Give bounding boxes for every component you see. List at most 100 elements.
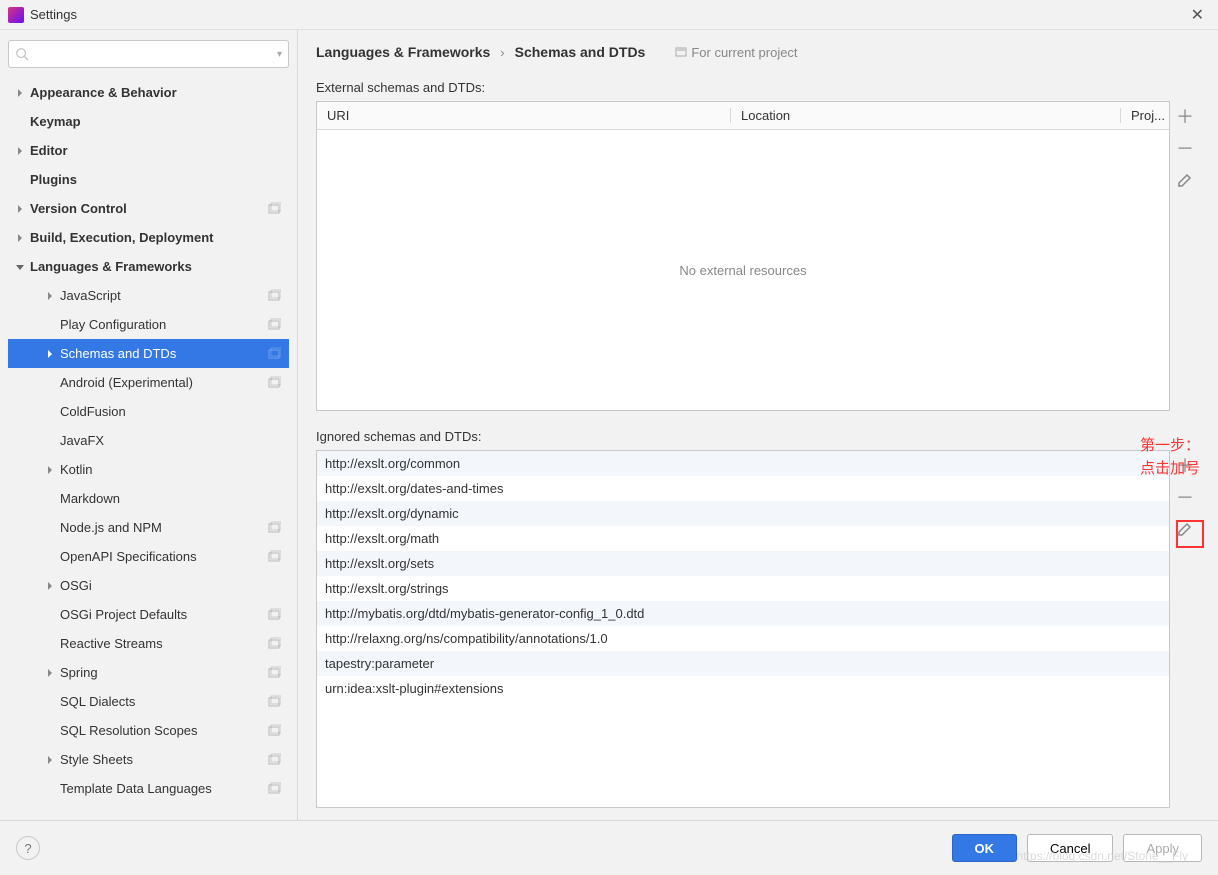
settings-tree: Appearance & BehaviorKeymap Editor Plugins… [8,78,289,820]
expand-icon[interactable] [44,667,56,679]
tree-item-reactive-streams[interactable]: Reactive Streams [8,629,289,658]
tree-item-label: Style Sheets [60,752,267,767]
ignored-row[interactable]: urn:idea:xslt-plugin#extensions [317,676,1169,701]
tree-item-version-control[interactable]: Version Control [8,194,289,223]
search-field[interactable] [33,47,277,62]
tree-item-label: Version Control [30,201,267,216]
apply-button[interactable]: Apply [1123,834,1202,862]
tree-item-editor[interactable]: Editor [8,136,289,165]
tree-item-sql-resolution-scopes[interactable]: SQL Resolution Scopes [8,716,289,745]
edit-ignored-button[interactable] [1174,518,1196,540]
tree-item-sql-dialects[interactable]: SQL Dialects [8,687,289,716]
tree-item-build-execution-deployment[interactable]: Build, Execution, Deployment [8,223,289,252]
tree-item-label: Node.js and NPM [60,520,267,535]
tree-item-openapi-specifications[interactable]: OpenAPI Specifications [8,542,289,571]
project-scope-icon [267,695,281,709]
col-project[interactable]: Proj... [1121,108,1169,123]
remove-ignored-button[interactable]: － [1174,486,1196,508]
window-title: Settings [30,7,77,22]
ignored-row[interactable]: http://exslt.org/dynamic [317,501,1169,526]
help-button[interactable]: ? [16,836,40,860]
tree-item-javafx[interactable]: JavaFX [8,426,289,455]
external-label: External schemas and DTDs: [316,80,1200,95]
tree-item-coldfusion[interactable]: ColdFusion [8,397,289,426]
tree-item-label: Template Data Languages [60,781,267,796]
expand-icon[interactable] [14,87,26,99]
tree-item-appearance-behavior[interactable]: Appearance & Behavior [8,78,289,107]
tree-item-label: OSGi [60,578,289,593]
tree-item-label: Languages & Frameworks [30,259,289,274]
ok-button[interactable]: OK [952,834,1018,862]
ignored-row[interactable]: http://exslt.org/strings [317,576,1169,601]
remove-external-button[interactable]: － [1174,137,1196,159]
tree-item-label: Build, Execution, Deployment [30,230,289,245]
tree-item-schemas-and-dtds[interactable]: Schemas and DTDs [8,339,289,368]
col-uri[interactable]: URI [317,108,731,123]
project-scope-icon [267,289,281,303]
tree-item-label: Editor [30,143,289,158]
titlebar: Settings ✕ [0,0,1218,30]
tree-item-label: Schemas and DTDs [60,346,267,361]
tree-item-play-configuration[interactable]: Play Configuration [8,310,289,339]
expand-icon[interactable] [14,145,26,157]
project-scope-icon [267,753,281,767]
project-scope-icon [267,666,281,680]
external-tools: ＋ － [1170,101,1200,411]
edit-external-button[interactable] [1174,169,1196,191]
breadcrumb-sep: › [500,45,504,60]
expand-icon[interactable] [44,580,56,592]
tree-item-label: OpenAPI Specifications [60,549,267,564]
project-scope-icon [267,608,281,622]
project-scope-icon [267,724,281,738]
project-scope-icon [267,347,281,361]
tree-item-template-data-languages[interactable]: Template Data Languages [8,774,289,803]
tree-item-node-js-and-npm[interactable]: Node.js and NPM [8,513,289,542]
tree-item-label: OSGi Project Defaults [60,607,267,622]
expand-icon[interactable] [44,348,56,360]
tree-item-spring[interactable]: Spring [8,658,289,687]
ignored-label: Ignored schemas and DTDs: [316,429,1200,444]
tree-item-label: Reactive Streams [60,636,267,651]
tree-item-label: JavaFX [60,433,289,448]
project-scope-icon [267,318,281,332]
tree-item-markdown[interactable]: Markdown [8,484,289,513]
tree-item-label: Play Configuration [60,317,267,332]
tree-item-label: JavaScript [60,288,267,303]
expand-icon[interactable] [14,261,26,273]
cancel-button[interactable]: Cancel [1027,834,1113,862]
expand-icon[interactable] [44,290,56,302]
ignored-row[interactable]: http://mybatis.org/dtd/mybatis-generator… [317,601,1169,626]
sidebar: ▾ Appearance & BehaviorKeymap Editor Plugi… [0,30,298,820]
tree-item-style-sheets[interactable]: Style Sheets [8,745,289,774]
expand-icon[interactable] [14,232,26,244]
tree-item-kotlin[interactable]: Kotlin [8,455,289,484]
tree-item-languages-frameworks[interactable]: Languages & Frameworks [8,252,289,281]
ignored-row[interactable]: tapestry:parameter [317,651,1169,676]
expand-icon[interactable] [44,754,56,766]
expand-icon[interactable] [14,203,26,215]
tree-item-keymap[interactable]: Keymap [8,107,289,136]
expand-icon[interactable] [44,464,56,476]
tree-item-osgi-project-defaults[interactable]: OSGi Project Defaults [8,600,289,629]
ignored-row[interactable]: http://relaxng.org/ns/compatibility/anno… [317,626,1169,651]
ignored-row[interactable]: http://exslt.org/math [317,526,1169,551]
breadcrumb-group[interactable]: Languages & Frameworks [316,44,490,60]
tree-item-javascript[interactable]: JavaScript [8,281,289,310]
ignored-row[interactable]: http://exslt.org/common [317,451,1169,476]
tree-item-plugins[interactable]: Plugins [8,165,289,194]
tree-item-osgi[interactable]: OSGi [8,571,289,600]
close-icon[interactable]: ✕ [1185,5,1210,25]
ignored-tools: ＋ － [1170,450,1200,808]
add-external-button[interactable]: ＋ [1174,105,1196,127]
app-icon [8,7,24,23]
search-dropdown-icon[interactable]: ▾ [277,49,282,60]
ignored-row[interactable]: http://exslt.org/sets [317,551,1169,576]
ignored-list[interactable]: http://exslt.org/commonhttp://exslt.org/… [316,450,1170,808]
ignored-row[interactable]: http://exslt.org/dates-and-times [317,476,1169,501]
add-ignored-button[interactable]: ＋ [1174,454,1196,476]
scope-icon [675,46,687,58]
col-location[interactable]: Location [731,108,1121,123]
search-input[interactable]: ▾ [8,40,289,68]
footer: ? OK Cancel Apply [0,820,1218,875]
tree-item-android-experimental-[interactable]: Android (Experimental) [8,368,289,397]
